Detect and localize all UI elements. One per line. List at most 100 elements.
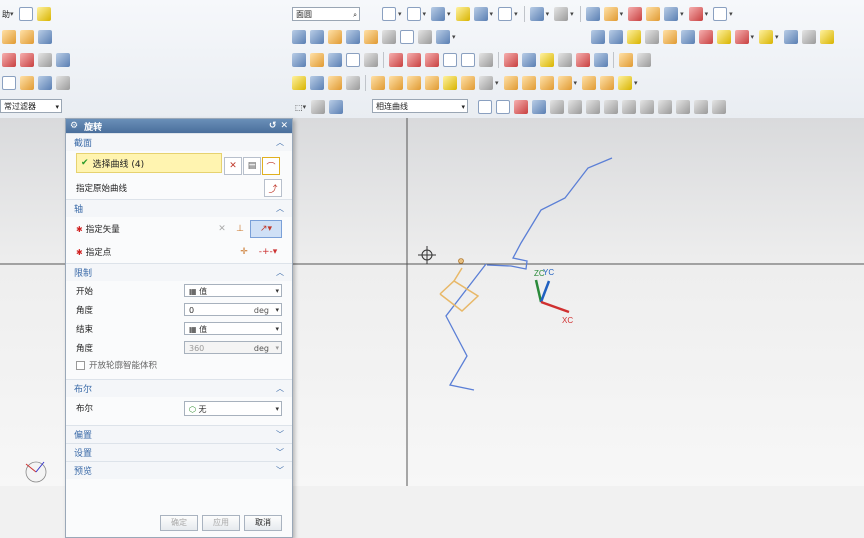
shell-icon[interactable] <box>418 30 432 44</box>
chevron-up-icon[interactable]: ︿ <box>276 267 284 278</box>
make-coaxial-icon[interactable] <box>600 76 615 90</box>
chevron-down-icon[interactable]: ▾ <box>275 304 279 317</box>
layer-icon[interactable] <box>455 7 470 21</box>
trim-body-icon[interactable] <box>626 30 641 44</box>
arc-icon[interactable] <box>2 53 16 67</box>
pattern-face-icon[interactable] <box>557 76 572 90</box>
point-icon[interactable] <box>2 76 16 90</box>
specify-vector-row[interactable]: ✱ 指定矢量 ✕ ⊥ ↗▾ <box>66 217 292 241</box>
new-file-icon[interactable] <box>18 7 33 21</box>
end-point-icon[interactable] <box>550 100 564 114</box>
chevron-down-icon[interactable]: ▾ <box>275 402 279 417</box>
control-point-icon[interactable] <box>586 100 600 114</box>
surface-icon[interactable] <box>646 7 661 21</box>
curve-rule-combo[interactable]: 相连曲线 ▾ <box>372 99 468 113</box>
curve-divide-icon[interactable] <box>346 53 360 67</box>
through-curves-icon[interactable] <box>558 53 572 67</box>
chevron-down-icon[interactable]: ▾ <box>461 100 465 114</box>
offset-face-icon[interactable] <box>608 30 623 44</box>
chamfer-icon[interactable] <box>310 76 324 90</box>
copy-icon[interactable] <box>554 7 569 21</box>
make-coplanar-icon[interactable] <box>582 76 597 90</box>
chamfer-curve-icon[interactable] <box>407 53 421 67</box>
quadrant-point-icon[interactable] <box>640 100 654 114</box>
open-profile-checkbox[interactable] <box>76 360 85 370</box>
chevron-down-icon[interactable]: ▾ <box>275 285 279 298</box>
section-header-limits[interactable]: 限制 ︿ <box>66 263 292 281</box>
hole-icon[interactable] <box>292 30 306 44</box>
analysis-icon[interactable] <box>628 7 643 21</box>
origin-curve-icon[interactable]: ⤴ <box>264 179 282 197</box>
line-icon[interactable] <box>56 53 70 67</box>
replace-face-icon[interactable] <box>425 76 439 90</box>
edge-blend-icon[interactable] <box>292 76 306 90</box>
ok-button[interactable]: 确定 <box>160 515 198 531</box>
studio-surface-icon[interactable] <box>619 53 633 67</box>
scale-icon[interactable] <box>759 30 774 44</box>
boolean-select[interactable]: ⬡ 无 ▾ <box>184 401 282 416</box>
face-icon[interactable] <box>504 53 518 67</box>
stop-at-intersection-icon[interactable] <box>478 100 492 114</box>
mid-point-icon[interactable] <box>568 100 582 114</box>
reverse-direction-icon[interactable]: ✕ <box>214 221 230 237</box>
groove-icon[interactable] <box>382 30 396 44</box>
sketch-icon[interactable] <box>603 7 618 21</box>
open-profile-row[interactable]: 开放轮廓智能体积 <box>66 357 292 373</box>
reset-icon[interactable]: ↺ <box>269 121 277 131</box>
section-header-section[interactable]: 截面 ︿ <box>66 133 292 151</box>
selected-rectangle-curve[interactable] <box>439 280 480 312</box>
chevron-down-icon[interactable]: ▾ <box>275 342 279 355</box>
make-tangent-icon[interactable] <box>618 76 633 90</box>
cancel-button[interactable]: 取消 <box>244 515 282 531</box>
inferred-vector-icon[interactable]: ↗▾ <box>250 220 282 238</box>
selection-filter-combo[interactable]: 常过滤器 ▾ <box>0 99 62 113</box>
cut-face-icon[interactable] <box>503 76 518 90</box>
start-type-select[interactable]: ▦ 值 ▾ <box>184 284 282 297</box>
database-icon[interactable] <box>585 7 600 21</box>
follow-fillet-icon[interactable] <box>496 100 510 114</box>
curve-select-icon[interactable]: ✕ <box>224 157 242 175</box>
arc-center-icon[interactable] <box>622 100 636 114</box>
patch-icon[interactable] <box>662 30 677 44</box>
offset-region-icon[interactable] <box>407 76 421 90</box>
curve-icon[interactable]: ⌒ <box>262 157 280 175</box>
background-icon[interactable] <box>498 7 513 21</box>
split-body-icon[interactable] <box>644 30 659 44</box>
curve-join-icon[interactable] <box>364 53 378 67</box>
chevron-up-icon[interactable]: ︿ <box>276 203 284 214</box>
search-combo[interactable]: 面圆 ⌕ <box>292 7 360 21</box>
axis-point-marker[interactable] <box>458 258 464 264</box>
block-icon[interactable] <box>38 30 52 44</box>
project-curve-icon[interactable] <box>461 53 475 67</box>
measure-icon[interactable] <box>688 7 703 21</box>
angle-end-input[interactable]: 360 deg ▾ <box>184 341 282 354</box>
datum-axis-icon[interactable] <box>38 76 52 90</box>
view-orient-icon[interactable] <box>406 7 421 21</box>
profile-curve-upper[interactable] <box>486 157 613 270</box>
chevron-down-icon[interactable]: ▾ <box>275 323 279 336</box>
ruler-icon[interactable] <box>713 7 728 21</box>
curve-trim-icon[interactable] <box>310 53 324 67</box>
section-header-axis[interactable]: 轴 ︿ <box>66 199 292 217</box>
intersection-point-icon[interactable] <box>604 100 618 114</box>
section-header-offset[interactable]: 偏置 ﹀ <box>66 425 292 443</box>
circle-icon[interactable] <box>20 53 34 67</box>
paste-face-icon[interactable] <box>521 76 536 90</box>
end-type-select[interactable]: ▦ 值 ▾ <box>184 322 282 335</box>
subtract-icon[interactable] <box>716 30 731 44</box>
point-on-curve-icon[interactable] <box>676 100 690 114</box>
sketch-feature-icon[interactable] <box>2 30 16 44</box>
slot-icon[interactable] <box>364 30 378 44</box>
chevron-down-icon[interactable]: ﹀ <box>276 429 284 440</box>
chevron-down-icon[interactable]: ﹀ <box>276 447 284 458</box>
select-body-icon[interactable] <box>311 100 326 114</box>
extrude-icon[interactable] <box>20 30 34 44</box>
mirror-icon[interactable] <box>783 30 798 44</box>
vector-dialog-icon[interactable]: ⊥ <box>232 221 248 237</box>
soft-blend-icon[interactable] <box>346 76 360 90</box>
delete-face-icon[interactable] <box>461 76 475 90</box>
pocket-icon[interactable] <box>328 30 342 44</box>
sew-icon[interactable] <box>680 30 695 44</box>
mirror-face-icon[interactable] <box>539 76 554 90</box>
apply-button[interactable]: 应用 <box>202 515 240 531</box>
